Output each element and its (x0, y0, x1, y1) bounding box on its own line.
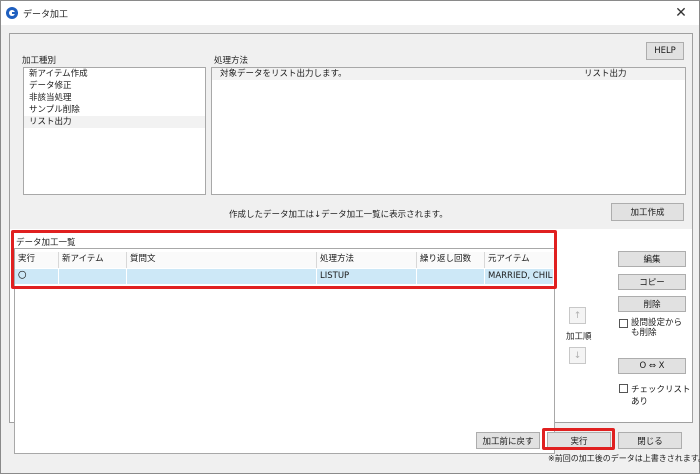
process-list-table: 実行 新アイテム 質問文 処理方法 繰り返し回数 元アイテム 〇 LISTUP … (14, 248, 555, 454)
move-down-button[interactable]: ↓ (569, 347, 586, 364)
table-header: 実行 新アイテム 質問文 処理方法 繰り返し回数 元アイテム (15, 252, 554, 268)
check-list-label: チェックリストあり (631, 385, 691, 407)
close-button[interactable]: 閉じる (618, 432, 682, 449)
move-up-button[interactable]: ↑ (569, 307, 586, 324)
processing-type-list[interactable]: 新アイテム作成 データ修正 非該当処理 サンプル削除 リスト出力 (23, 67, 206, 195)
arrow-up-icon: ↑ (573, 310, 582, 321)
edit-button[interactable]: 編集 (618, 251, 686, 267)
column-header-method[interactable]: 処理方法 (317, 252, 417, 268)
list-item-selected[interactable]: リスト出力 (24, 116, 205, 128)
arrow-down-icon: ↓ (573, 350, 582, 361)
copy-button[interactable]: コピー (618, 274, 686, 290)
main-panel: HELP 加工種別 新アイテム作成 データ修正 非該当処理 サンプル削除 リスト… (9, 33, 693, 454)
cell-method: LISTUP (317, 269, 417, 284)
processing-setup-section: HELP 加工種別 新アイテム作成 データ修正 非該当処理 サンプル削除 リスト… (10, 34, 692, 229)
column-header-exec[interactable]: 実行 (15, 252, 59, 268)
column-header-repeat[interactable]: 繰り返し回数 (417, 252, 485, 268)
check-list-option[interactable]: チェックリストあり (619, 383, 692, 407)
title-bar: データ加工 ✕ (1, 1, 699, 25)
data-processing-window: データ加工 ✕ HELP 加工種別 新アイテム作成 データ修正 非該当処理 サン… (0, 0, 700, 474)
cell-repeat (417, 269, 485, 284)
check-list-checkbox[interactable] (619, 384, 628, 393)
method-description: 対象データをリスト出力します。 (220, 69, 347, 79)
cell-source: MARRIED, CHILD (485, 269, 554, 284)
delete-from-question-label: 設問設定からも削除 (631, 318, 683, 338)
close-icon[interactable]: ✕ (673, 5, 689, 21)
processing-method-list[interactable]: 対象データをリスト出力します。 リスト出力 (211, 67, 686, 195)
create-processing-button[interactable]: 加工作成 (611, 203, 684, 221)
undo-processing-button[interactable]: 加工前に戻す (476, 432, 540, 449)
table-row[interactable]: 〇 LISTUP MARRIED, CHILD (15, 269, 554, 284)
list-item[interactable]: サンプル削除 (24, 104, 205, 116)
delete-button[interactable]: 削除 (618, 296, 686, 312)
list-item[interactable]: データ修正 (24, 80, 205, 92)
cell-question (127, 269, 317, 284)
window-title: データ加工 (23, 9, 69, 20)
cell-new-item (59, 269, 127, 284)
column-header-source[interactable]: 元アイテム (485, 252, 554, 268)
column-header-question[interactable]: 質問文 (127, 252, 317, 268)
processing-type-label: 加工種別 (22, 56, 57, 66)
delete-from-question-option[interactable]: 設問設定からも削除 (619, 318, 689, 338)
order-label: 加工順 (566, 332, 592, 342)
processing-method-row[interactable]: 対象データをリスト出力します。 リスト出力 (212, 68, 685, 80)
processing-method-label: 処理方法 (214, 56, 249, 66)
run-button[interactable]: 実行 (547, 432, 611, 449)
delete-from-question-checkbox[interactable] (619, 319, 628, 328)
list-notice-text: 作成したデータ加工は↓データ加工一覧に表示されます。 (229, 210, 448, 220)
cell-exec: 〇 (15, 269, 59, 284)
list-item[interactable]: 非該当処理 (24, 92, 205, 104)
help-button[interactable]: HELP (646, 42, 684, 60)
list-item[interactable]: 新アイテム作成 (24, 68, 205, 80)
toggle-exec-button[interactable]: O ⇔ X (618, 358, 686, 374)
overwrite-warning: ※前回の加工後のデータは上書きされます。 (548, 454, 700, 463)
method-type: リスト出力 (584, 69, 627, 79)
process-list-label: データ加工一覧 (16, 238, 76, 248)
app-logo-icon (6, 7, 18, 19)
column-header-new-item[interactable]: 新アイテム (59, 252, 127, 268)
